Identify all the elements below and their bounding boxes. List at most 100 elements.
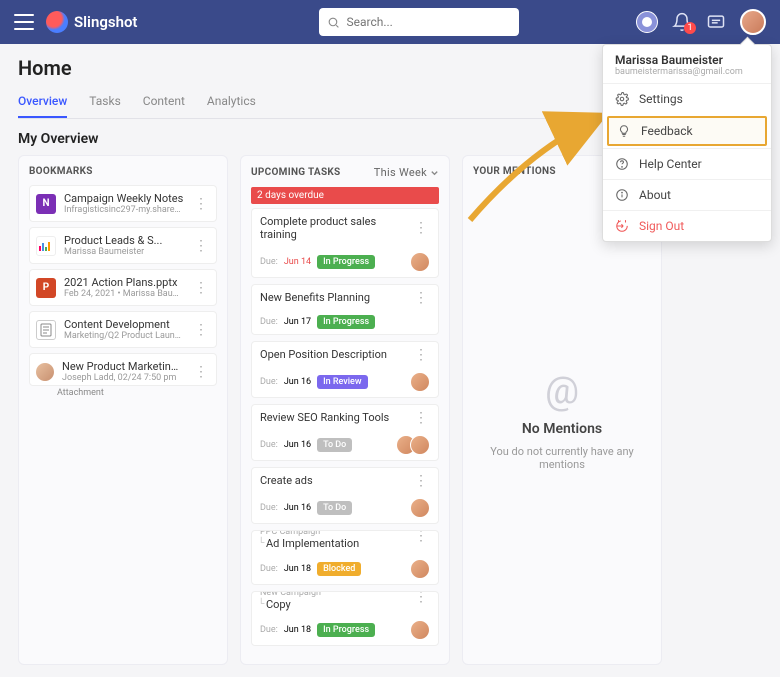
task-item[interactable]: ⋮New CampaignCopyDue:Jun 18In Progress <box>251 591 439 646</box>
menu-item-help[interactable]: Help Center <box>603 148 771 179</box>
bookmark-more-button[interactable]: ⋮ <box>192 241 210 251</box>
menu-item-signout[interactable]: Sign Out <box>603 210 771 241</box>
task-title: Ad Implementation <box>252 537 438 554</box>
tab-analytics[interactable]: Analytics <box>207 88 256 118</box>
task-more-button[interactable]: ⋮ <box>412 413 430 423</box>
bookmark-item[interactable]: N Campaign Weekly Notes Infragisticsinc2… <box>29 185 217 222</box>
task-item[interactable]: Review SEO Ranking Tools ⋮ Due: Jun 16 To Do <box>251 404 439 461</box>
task-title: Create ads <box>260 474 313 487</box>
tab-content[interactable]: Content <box>143 88 185 118</box>
mentions-empty-sub: You do not currently have any mentions <box>487 445 637 471</box>
top-bar: Slingshot 1 <box>0 0 780 44</box>
bookmark-text: Product Leads & S... Marissa Baumeister <box>64 234 184 257</box>
bookmark-more-button[interactable]: ⋮ <box>192 283 210 293</box>
bookmark-item[interactable]: Content Development Marketing/Q2 Product… <box>29 311 217 348</box>
menu-item-feedback[interactable]: Feedback <box>607 116 767 146</box>
due-date: Jun 18 <box>284 625 311 635</box>
user-menu-name: Marissa Baumeister <box>615 53 759 67</box>
topbar-actions: 1 <box>636 9 766 35</box>
status-pill: To Do <box>317 501 352 515</box>
user-menu-email: baumeistermarissa@gmail.com <box>615 67 759 77</box>
task-item[interactable]: Create ads ⋮ Due: Jun 16 To Do <box>251 467 439 524</box>
menu-item-settings[interactable]: Settings <box>603 83 771 114</box>
task-assignees <box>416 498 430 518</box>
assistant-icon[interactable] <box>636 11 658 33</box>
bookmark-text: 2021 Action Plans.pptx Feb 24, 2021 • Ma… <box>64 276 184 299</box>
due-label: Due: <box>260 503 278 513</box>
bookmark-item[interactable]: New Product Marketing Conte... Joseph La… <box>29 353 217 386</box>
assignee-avatar <box>410 435 430 455</box>
notifications-button[interactable]: 1 <box>672 12 692 32</box>
task-more-button[interactable]: ⋮ <box>412 350 430 360</box>
task-item[interactable]: Open Position Description⋮Due:Jun 16In R… <box>251 341 439 398</box>
search-input[interactable] <box>346 15 511 29</box>
logo-mark-icon <box>46 11 68 33</box>
task-assignees <box>416 252 430 272</box>
search-box[interactable] <box>319 8 519 36</box>
mentions-empty-title: No Mentions <box>522 421 602 437</box>
assignee-avatar <box>410 252 430 272</box>
tasks-card: UPCOMING TASKS This Week 2 days overdue … <box>240 155 450 665</box>
task-more-button[interactable]: ⋮ <box>412 476 430 486</box>
task-title: New Benefits Planning <box>260 291 370 304</box>
bookmark-more-button[interactable]: ⋮ <box>192 325 210 335</box>
tab-tasks[interactable]: Tasks <box>89 88 121 118</box>
task-more-button[interactable]: ⋮ <box>412 293 430 303</box>
assignee-avatar <box>410 620 430 640</box>
due-label: Due: <box>260 317 278 327</box>
due-date: Jun 16 <box>284 503 311 513</box>
bookmark-more-button[interactable]: ⋮ <box>192 367 210 377</box>
due-date: Jun 16 <box>284 440 311 450</box>
signout-icon <box>615 219 629 233</box>
due-label: Due: <box>260 625 278 635</box>
tasks-filter-dropdown[interactable]: This Week <box>374 166 439 179</box>
chevron-down-icon <box>430 168 439 177</box>
task-assignees <box>416 620 430 640</box>
attachment-label: Attachment <box>57 388 217 398</box>
due-date: Jun 17 <box>284 317 311 327</box>
due-label: Due: <box>260 440 278 450</box>
app-name: Slingshot <box>74 13 137 31</box>
task-item[interactable]: Complete product sales training⋮Due:Jun … <box>251 208 439 278</box>
user-avatar-icon <box>36 363 54 381</box>
due-date: Jun 16 <box>284 377 311 387</box>
user-menu-header: Marissa Baumeister baumeistermarissa@gma… <box>603 45 771 83</box>
powerpoint-icon: P <box>36 278 56 298</box>
bookmark-item[interactable]: Product Leads & S... Marissa Baumeister … <box>29 227 217 264</box>
assignee-avatar <box>410 559 430 579</box>
app-logo[interactable]: Slingshot <box>46 11 137 33</box>
info-icon <box>615 188 629 202</box>
task-item[interactable]: ⋮PPC CampaignAd ImplementationDue:Jun 18… <box>251 530 439 585</box>
overdue-banner: 2 days overdue <box>251 187 439 204</box>
status-pill: Blocked <box>317 562 361 576</box>
task-title: Open Position Description <box>260 348 387 361</box>
tasks-list: Complete product sales training⋮Due:Jun … <box>251 208 439 646</box>
task-title: Copy <box>252 598 438 615</box>
menu-toggle-button[interactable] <box>14 14 34 30</box>
bookmarks-card: BOOKMARKS N Campaign Weekly Notes Infrag… <box>18 155 228 665</box>
status-pill: To Do <box>317 438 352 452</box>
at-sign-icon: @ <box>545 369 579 413</box>
lightbulb-icon <box>617 124 631 138</box>
task-title: Review SEO Ranking Tools <box>260 411 389 424</box>
search-icon <box>327 16 340 29</box>
document-icon <box>36 320 56 340</box>
task-item[interactable]: New Benefits Planning⋮Due:Jun 17In Progr… <box>251 284 439 335</box>
task-more-button[interactable]: ⋮ <box>412 223 430 233</box>
bookmarks-title: BOOKMARKS <box>29 166 217 177</box>
bookmark-more-button[interactable]: ⋮ <box>192 199 210 209</box>
task-parent-label: New Campaign <box>252 591 438 598</box>
notification-badge: 1 <box>684 22 696 34</box>
menu-item-about[interactable]: About <box>603 179 771 210</box>
chat-button[interactable] <box>706 12 726 32</box>
user-avatar[interactable] <box>740 9 766 35</box>
assignee-avatar <box>410 372 430 392</box>
mentions-empty-state: @ No Mentions You do not currently have … <box>473 185 651 654</box>
status-pill: In Progress <box>317 255 375 269</box>
tab-overview[interactable]: Overview <box>18 88 67 118</box>
task-title: Complete product sales training <box>260 215 412 241</box>
bookmark-item[interactable]: P 2021 Action Plans.pptx Feb 24, 2021 • … <box>29 269 217 306</box>
due-label: Due: <box>260 257 278 267</box>
tasks-title: UPCOMING TASKS <box>251 167 341 178</box>
task-assignees <box>416 559 430 579</box>
